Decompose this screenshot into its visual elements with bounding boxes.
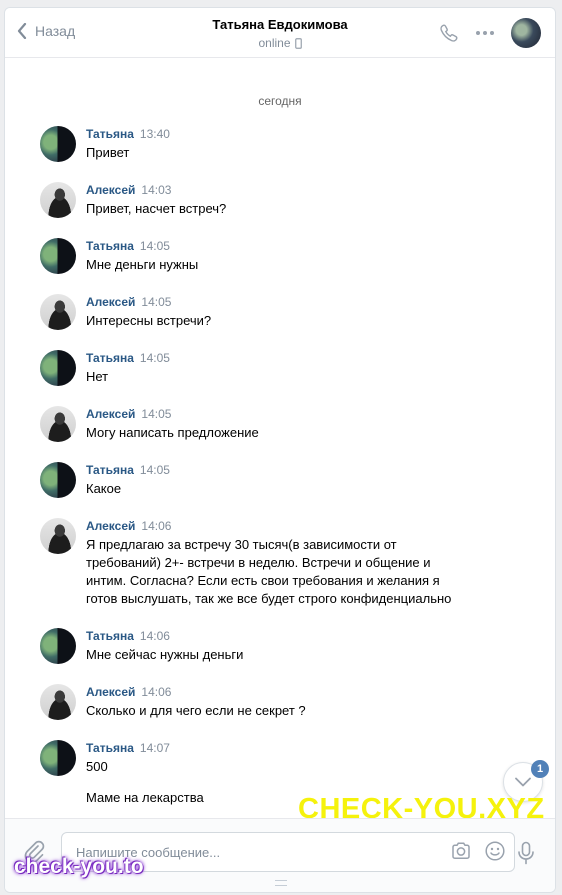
watermark-bottom: check-you.to [14, 855, 144, 878]
message-body: Татьяна 14:05 Какое [86, 462, 510, 498]
author-avatar[interactable] [40, 182, 76, 218]
message-item[interactable]: Алексей 14:03 Привет, насчет встреч? [40, 182, 510, 218]
author-avatar[interactable] [40, 406, 76, 442]
message-author[interactable]: Алексей [86, 685, 135, 699]
message-body: Татьяна 14:06 Мне сейчас нужны деньги [86, 628, 510, 664]
chat-header: Назад Татьяна Евдокимова online [5, 8, 555, 58]
author-avatar[interactable] [40, 126, 76, 162]
message-body: Алексей 14:05 Интересны встречи? [86, 294, 510, 330]
more-dots-icon [476, 31, 494, 35]
message-text: Могу написать предложение [86, 425, 259, 440]
message-meta: Татьяна 14:07 [86, 740, 510, 756]
message-time[interactable]: 13:40 [140, 127, 170, 141]
message-time[interactable]: 14:07 [140, 741, 170, 755]
message-meta: Татьяна 14:05 [86, 462, 510, 478]
message-time[interactable]: 14:05 [140, 351, 170, 365]
message-time[interactable]: 14:06 [140, 629, 170, 643]
message-body: Татьяна 14:05 Мне деньги нужны [86, 238, 510, 274]
message-body: Татьяна 13:40 Привет [86, 126, 510, 162]
input-actions [450, 840, 506, 867]
message-meta: Алексей 14:05 [86, 294, 510, 310]
message-list: Татьяна 13:40 Привет Алексей 14:03 Привет, на… [40, 126, 510, 827]
message-text: 500 [86, 759, 108, 774]
message-text: Сколько и для чего если не секрет ? [86, 703, 306, 718]
message-time[interactable]: 14:05 [140, 239, 170, 253]
message-meta: Алексей 14:03 [86, 182, 510, 198]
message-item[interactable]: Татьяна 14:05 Какое [40, 462, 510, 498]
message-time[interactable]: 14:05 [141, 295, 171, 309]
mobile-icon [294, 37, 302, 49]
author-avatar[interactable] [40, 518, 76, 554]
message-meta: Алексей 14:05 [86, 406, 510, 422]
message-meta: Татьяна 14:06 [86, 628, 510, 644]
resize-handle[interactable] [275, 880, 287, 886]
author-avatar[interactable] [40, 462, 76, 498]
message-item[interactable]: Алексей 14:06 Я предлагаю за встречу 30 ты… [40, 518, 510, 608]
message-time[interactable]: 14:05 [141, 407, 171, 421]
message-author[interactable]: Татьяна [86, 463, 134, 477]
message-meta: Алексей 14:06 [86, 518, 510, 534]
message-text: Привет [86, 145, 130, 160]
message-body: Алексей 14:06 Я предлагаю за встречу 30 ты… [86, 518, 510, 608]
message-body: Алексей 14:05 Могу написать предложение [86, 406, 510, 442]
message-meta: Татьяна 14:05 [86, 238, 510, 254]
author-avatar[interactable] [40, 684, 76, 720]
message-author[interactable]: Татьяна [86, 239, 134, 253]
message-text: Привет, насчет встреч? [86, 201, 227, 216]
call-button[interactable] [439, 23, 459, 43]
message-text: Я предлагаю за встречу 30 тысяч(в зависи… [86, 537, 452, 606]
message-text: Мне деньги нужны [86, 257, 199, 272]
message-author[interactable]: Алексей [86, 183, 135, 197]
message-item[interactable]: Алексей 14:06 Сколько и для чего если не с… [40, 684, 510, 720]
more-button[interactable] [475, 30, 495, 36]
message-body: Алексей 14:06 Сколько и для чего если не с… [86, 684, 510, 720]
phone-icon [440, 24, 458, 42]
author-avatar[interactable] [40, 350, 76, 386]
chevron-down-icon [515, 777, 531, 787]
message-time[interactable]: 14:03 [141, 183, 171, 197]
message-author[interactable]: Татьяна [86, 741, 134, 755]
author-avatar[interactable] [40, 628, 76, 664]
message-author[interactable]: Алексей [86, 407, 135, 421]
contact-avatar[interactable] [511, 18, 541, 48]
voice-message-button[interactable] [517, 841, 535, 870]
microphone-icon [518, 841, 534, 865]
message-item[interactable]: Алексей 14:05 Могу написать предложение [40, 406, 510, 442]
message-meta: Татьяна 13:40 [86, 126, 510, 142]
message-body: Алексей 14:03 Привет, насчет встреч? [86, 182, 510, 218]
author-avatar[interactable] [40, 294, 76, 330]
message-meta: Алексей 14:06 [86, 684, 510, 700]
message-text: Мне сейчас нужны деньги [86, 647, 244, 662]
message-time[interactable]: 14:06 [141, 519, 171, 533]
header-actions [439, 18, 541, 48]
message-text: Интересны встречи? [86, 313, 212, 328]
message-item[interactable]: Татьяна 14:06 Мне сейчас нужны деньги [40, 628, 510, 664]
message-author[interactable]: Татьяна [86, 629, 134, 643]
emoji-button[interactable] [484, 840, 506, 867]
message-item[interactable]: Татьяна 13:40 Привет [40, 126, 510, 162]
date-separator: сегодня [258, 94, 302, 108]
unread-badge: 1 [531, 760, 549, 778]
camera-button[interactable] [450, 840, 472, 867]
chat-window: Назад Татьяна Евдокимова online сегодня … [4, 7, 556, 893]
message-author[interactable]: Алексей [86, 519, 135, 533]
message-time[interactable]: 14:06 [141, 685, 171, 699]
smile-icon [485, 841, 505, 861]
status-text: online [258, 36, 291, 50]
message-author[interactable]: Татьяна [86, 351, 134, 365]
message-meta: Татьяна 14:05 [86, 350, 510, 366]
message-author[interactable]: Татьяна [86, 127, 134, 141]
message-body: Татьяна 14:05 Нет [86, 350, 510, 386]
message-author[interactable]: Алексей [86, 295, 135, 309]
camera-icon [452, 842, 470, 860]
message-text: Какое [86, 481, 122, 496]
message-time[interactable]: 14:05 [140, 463, 170, 477]
message-item[interactable]: Алексей 14:05 Интересны встречи? [40, 294, 510, 330]
author-avatar[interactable] [40, 740, 76, 776]
message-text: Нет [86, 369, 109, 384]
author-avatar[interactable] [40, 238, 76, 274]
message-item[interactable]: Татьяна 14:05 Мне деньги нужны [40, 238, 510, 274]
message-item[interactable]: Татьяна 14:05 Нет [40, 350, 510, 386]
